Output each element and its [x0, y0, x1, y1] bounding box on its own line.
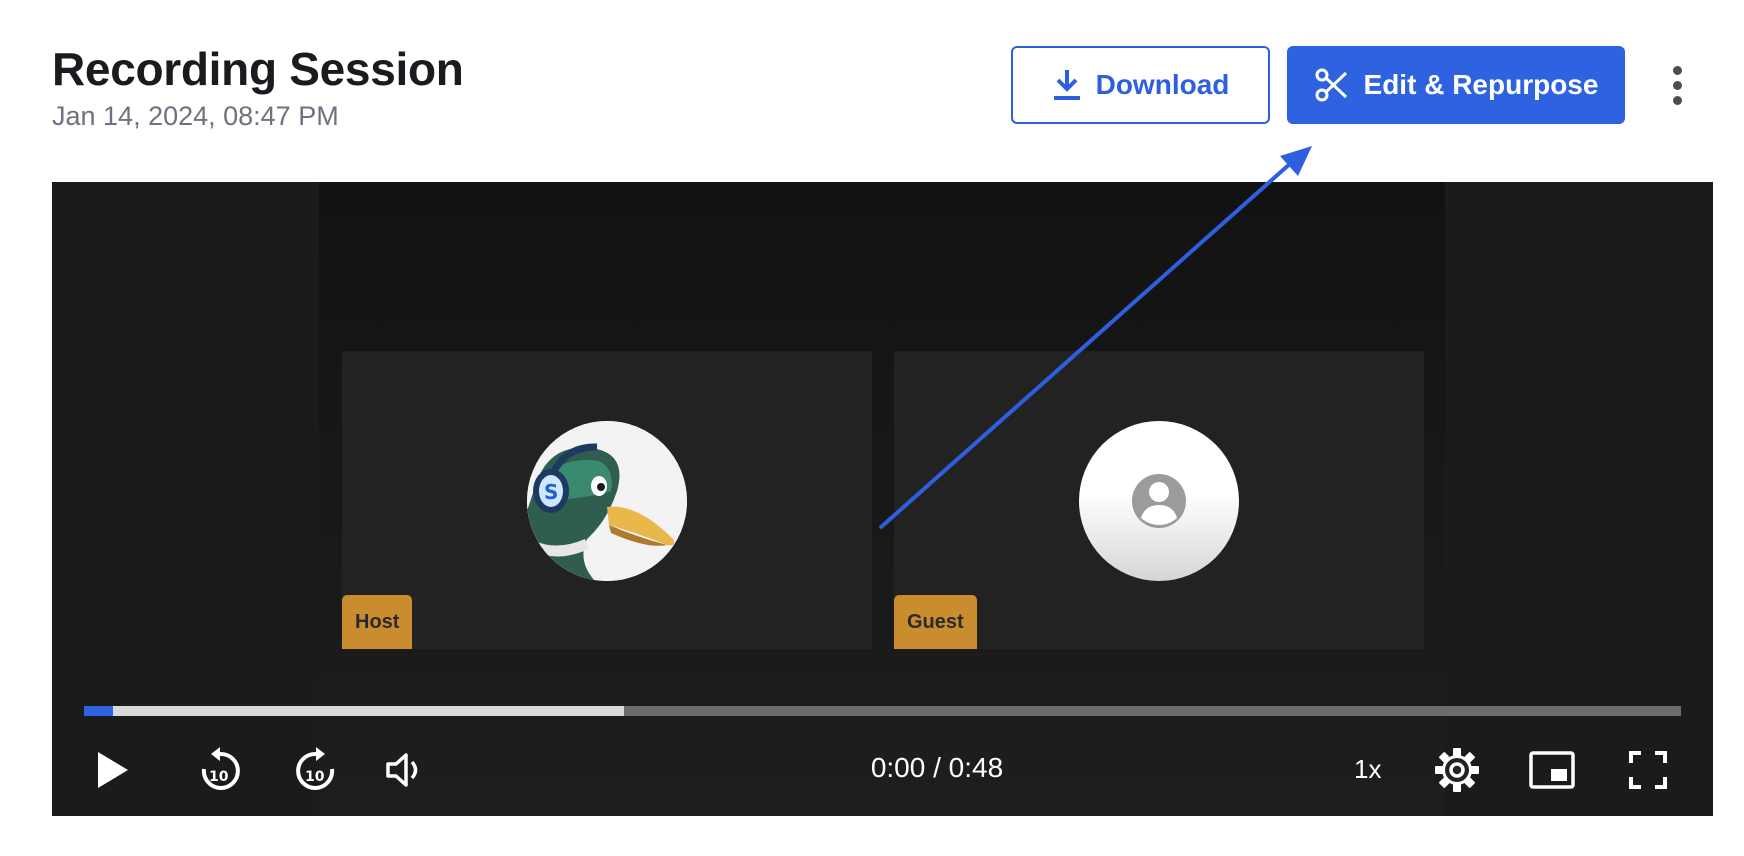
fullscreen-icon: [1629, 751, 1667, 789]
more-dot: [1672, 95, 1682, 105]
rewind-10-button[interactable]: 10: [192, 742, 248, 798]
host-avatar: S: [527, 421, 687, 581]
video-player[interactable]: S Host Guest 10 10 0:00 / 0:48 1x: [52, 182, 1713, 816]
guest-avatar: [1079, 421, 1239, 581]
rewind-10-icon: 10: [201, 747, 240, 790]
page-header: Recording Session Jan 14, 2024, 08:47 PM…: [0, 0, 1744, 160]
forward-10-icon: 10: [296, 747, 335, 790]
current-time: 0:00: [870, 752, 926, 783]
volume-icon: [386, 753, 418, 787]
forward-10-button[interactable]: 10: [288, 742, 344, 798]
page-title: Recording Session: [52, 43, 464, 95]
guest-tag: Guest: [894, 595, 977, 649]
more-dot: [1672, 65, 1682, 75]
svg-text:10: 10: [305, 769, 325, 785]
more-options-icon[interactable]: [1660, 60, 1694, 110]
volume-button[interactable]: [378, 742, 430, 798]
participant-tile-host: S Host: [342, 351, 872, 649]
recording-date: Jan 14, 2024, 08:47 PM: [52, 101, 339, 131]
picture-in-picture-button[interactable]: [1526, 742, 1578, 798]
edit-repurpose-button[interactable]: Edit & Repurpose: [1287, 46, 1625, 124]
duration: 0:48: [948, 752, 1004, 783]
download-button[interactable]: Download: [1011, 46, 1270, 124]
settings-button[interactable]: [1430, 742, 1484, 798]
settings-gear-icon: [1435, 748, 1479, 792]
played-bar: [84, 706, 113, 716]
play-button[interactable]: [86, 742, 138, 798]
participant-tile-guest: Guest: [894, 351, 1424, 649]
buffered-bar: [84, 706, 624, 716]
edit-repurpose-label: Edit & Repurpose: [1363, 69, 1599, 100]
host-tag: Host: [342, 595, 413, 649]
default-user-icon: [1132, 474, 1186, 528]
download-icon: [1052, 68, 1082, 102]
time-separator: /: [933, 752, 941, 783]
svg-text:10: 10: [209, 769, 229, 785]
playback-rate-button[interactable]: 1x: [1354, 754, 1381, 785]
duck-headphones-logo-icon: S: [527, 421, 687, 581]
more-dot: [1672, 80, 1682, 90]
play-icon: [98, 752, 128, 788]
svg-text:S: S: [544, 480, 558, 504]
picture-in-picture-icon: [1529, 751, 1575, 789]
scissors-icon: [1314, 67, 1350, 103]
progress-bar[interactable]: [84, 706, 1681, 716]
download-label: Download: [1095, 69, 1230, 100]
time-display: 0:00 / 0:48: [752, 752, 1122, 784]
fullscreen-button[interactable]: [1622, 742, 1674, 798]
